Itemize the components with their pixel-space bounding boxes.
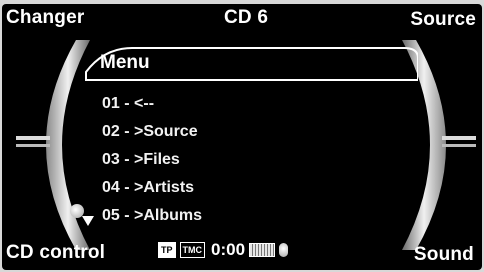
scroll-down-arrow-icon[interactable] xyxy=(82,216,94,226)
menu-item-albums[interactable]: 05 - >Albums xyxy=(102,202,202,230)
source-softkey[interactable]: Source xyxy=(410,10,476,29)
menu-title: Menu xyxy=(100,52,150,73)
changer-softkey[interactable]: Changer xyxy=(6,8,84,27)
microphone-icon xyxy=(279,243,289,257)
tp-badge: TP xyxy=(158,242,176,258)
display-screen: Changer CD 6 Source Menu 01 - <-- 02 - >… xyxy=(2,4,482,270)
cd-number-label: CD 6 xyxy=(224,7,269,28)
menu-list: 01 - <-- 02 - >Source 03 - >Files 04 - >… xyxy=(102,90,202,230)
cd-control-softkey[interactable]: CD control xyxy=(6,243,105,262)
tmc-badge: TMC xyxy=(179,242,206,258)
status-bar: TP TMC 0:00 xyxy=(158,240,289,260)
menu-item-files[interactable]: 03 - >Files xyxy=(102,146,202,174)
battery-icon xyxy=(249,243,276,257)
time-display: 0:00 xyxy=(211,240,246,259)
sound-softkey[interactable]: Sound xyxy=(414,245,474,264)
menu-item-back[interactable]: 01 - <-- xyxy=(102,90,202,118)
menu-item-artists[interactable]: 04 - >Artists xyxy=(102,174,202,202)
menu-item-source[interactable]: 02 - >Source xyxy=(102,118,202,146)
